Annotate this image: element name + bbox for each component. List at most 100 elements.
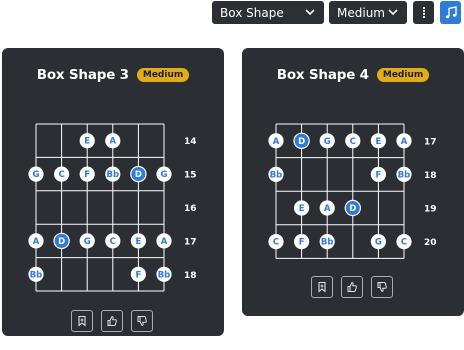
note-label: G xyxy=(161,170,168,180)
bookmark-icon xyxy=(318,281,326,293)
note-marker[interactable]: G xyxy=(319,133,335,149)
note-marker[interactable]: C xyxy=(268,234,284,250)
note-marker[interactable]: C xyxy=(345,133,361,149)
fret-number: 17 xyxy=(184,237,197,247)
root-note-marker[interactable]: D xyxy=(293,132,310,150)
note-label: G xyxy=(324,137,331,147)
fret-number: 15 xyxy=(184,171,197,181)
note-marker[interactable]: C xyxy=(54,166,70,182)
note-label: Bb xyxy=(158,270,171,280)
note-label: A xyxy=(273,137,280,147)
note-marker[interactable]: C xyxy=(105,233,121,249)
note-label: C xyxy=(273,238,279,248)
bookmark-button[interactable] xyxy=(71,310,93,332)
root-note-marker[interactable]: D xyxy=(53,232,70,250)
note-label: F xyxy=(299,238,305,248)
note-marker[interactable]: A xyxy=(396,133,412,149)
note-label: A xyxy=(324,204,331,214)
note-label: C xyxy=(401,238,407,248)
shape-card-3: Box Shape 3 Medium 14 15 16 17 18 E A G C F Bb D G A D… xyxy=(2,48,224,336)
vertical-dots-icon xyxy=(422,6,425,18)
note-marker[interactable]: E xyxy=(294,200,310,216)
thumbs-down-icon xyxy=(137,316,147,327)
like-button[interactable] xyxy=(101,310,123,332)
bookmark-icon xyxy=(78,315,86,327)
note-marker[interactable]: G xyxy=(28,166,44,182)
root-note-marker[interactable]: D xyxy=(344,199,362,217)
note-label: E xyxy=(84,137,90,147)
note-label: E xyxy=(299,204,305,214)
fretboard-grid xyxy=(35,123,165,292)
fret-number: 17 xyxy=(424,137,437,147)
fret-number: 18 xyxy=(424,171,437,181)
note-marker[interactable]: Bb xyxy=(28,266,44,282)
note-label: F xyxy=(135,270,141,280)
fret-number: 19 xyxy=(424,205,437,215)
shape-select[interactable]: Box Shape xyxy=(212,1,324,24)
note-label: E xyxy=(375,137,381,147)
note-label: C xyxy=(58,170,64,180)
note-marker[interactable]: F xyxy=(294,234,310,250)
note-marker[interactable]: A xyxy=(319,200,335,216)
note-label: A xyxy=(401,137,408,147)
note-marker[interactable]: A xyxy=(28,233,44,249)
fret-number: 18 xyxy=(184,271,197,281)
note-marker[interactable]: F xyxy=(370,166,386,182)
difficulty-select-value: Medium xyxy=(337,5,385,20)
note-marker[interactable]: Bb xyxy=(105,166,121,182)
fret-number: 20 xyxy=(424,238,437,248)
dislike-button[interactable] xyxy=(131,310,153,332)
note-marker[interactable]: G xyxy=(156,166,172,182)
shape-select-value: Box Shape xyxy=(220,5,284,20)
note-marker[interactable]: G xyxy=(370,234,386,250)
note-label: Bb xyxy=(398,170,411,180)
toolbar: Box Shape Medium xyxy=(0,0,464,26)
note-label: F xyxy=(375,170,381,180)
music-note-icon xyxy=(445,5,457,18)
card-actions xyxy=(71,310,153,332)
note-label: G xyxy=(375,238,382,248)
note-label: D xyxy=(58,237,65,247)
bookmark-button[interactable] xyxy=(311,276,333,298)
card-actions xyxy=(311,276,393,298)
note-marker[interactable]: A xyxy=(156,233,172,249)
thumbs-down-icon xyxy=(377,282,387,293)
note-label: Bb xyxy=(270,170,283,180)
note-mode-button[interactable] xyxy=(440,1,461,24)
root-note-marker[interactable]: D xyxy=(130,165,147,183)
note-marker[interactable]: E xyxy=(130,233,146,249)
difficulty-select[interactable]: Medium xyxy=(329,1,407,24)
note-marker[interactable]: A xyxy=(105,133,121,149)
note-marker[interactable]: A xyxy=(268,133,284,149)
note-marker[interactable]: G xyxy=(79,233,95,249)
note-marker[interactable]: Bb xyxy=(396,166,412,182)
note-label: E xyxy=(135,237,141,247)
note-marker[interactable]: F xyxy=(79,166,95,182)
note-marker[interactable]: F xyxy=(130,266,146,282)
note-label: C xyxy=(110,237,116,247)
note-label: A xyxy=(33,237,40,247)
note-label: C xyxy=(350,137,356,147)
dislike-button[interactable] xyxy=(371,276,393,298)
like-button[interactable] xyxy=(341,276,363,298)
note-marker[interactable]: Bb xyxy=(268,166,284,182)
note-marker[interactable]: E xyxy=(79,133,95,149)
note-marker[interactable]: C xyxy=(396,234,412,250)
note-label: G xyxy=(33,170,40,180)
fret-number: 14 xyxy=(184,137,197,147)
thumbs-up-icon xyxy=(347,281,357,292)
chevron-down-icon xyxy=(388,9,398,16)
note-marker[interactable]: Bb xyxy=(156,266,172,282)
chevron-down-icon xyxy=(305,9,315,16)
fretboard-diagram: 14 15 16 17 18 E A G C F Bb D G A D G C E A Bb F Bb xyxy=(28,123,197,292)
note-marker[interactable]: Bb xyxy=(319,234,335,250)
note-label: A xyxy=(161,237,168,247)
thumbs-up-icon xyxy=(107,315,117,326)
options-button[interactable] xyxy=(413,1,434,24)
note-label: A xyxy=(110,137,117,147)
note-label: Bb xyxy=(30,270,43,280)
note-label: D xyxy=(298,137,305,147)
note-marker[interactable]: E xyxy=(370,133,386,149)
note-label: D xyxy=(349,204,356,214)
note-label: F xyxy=(84,170,90,180)
